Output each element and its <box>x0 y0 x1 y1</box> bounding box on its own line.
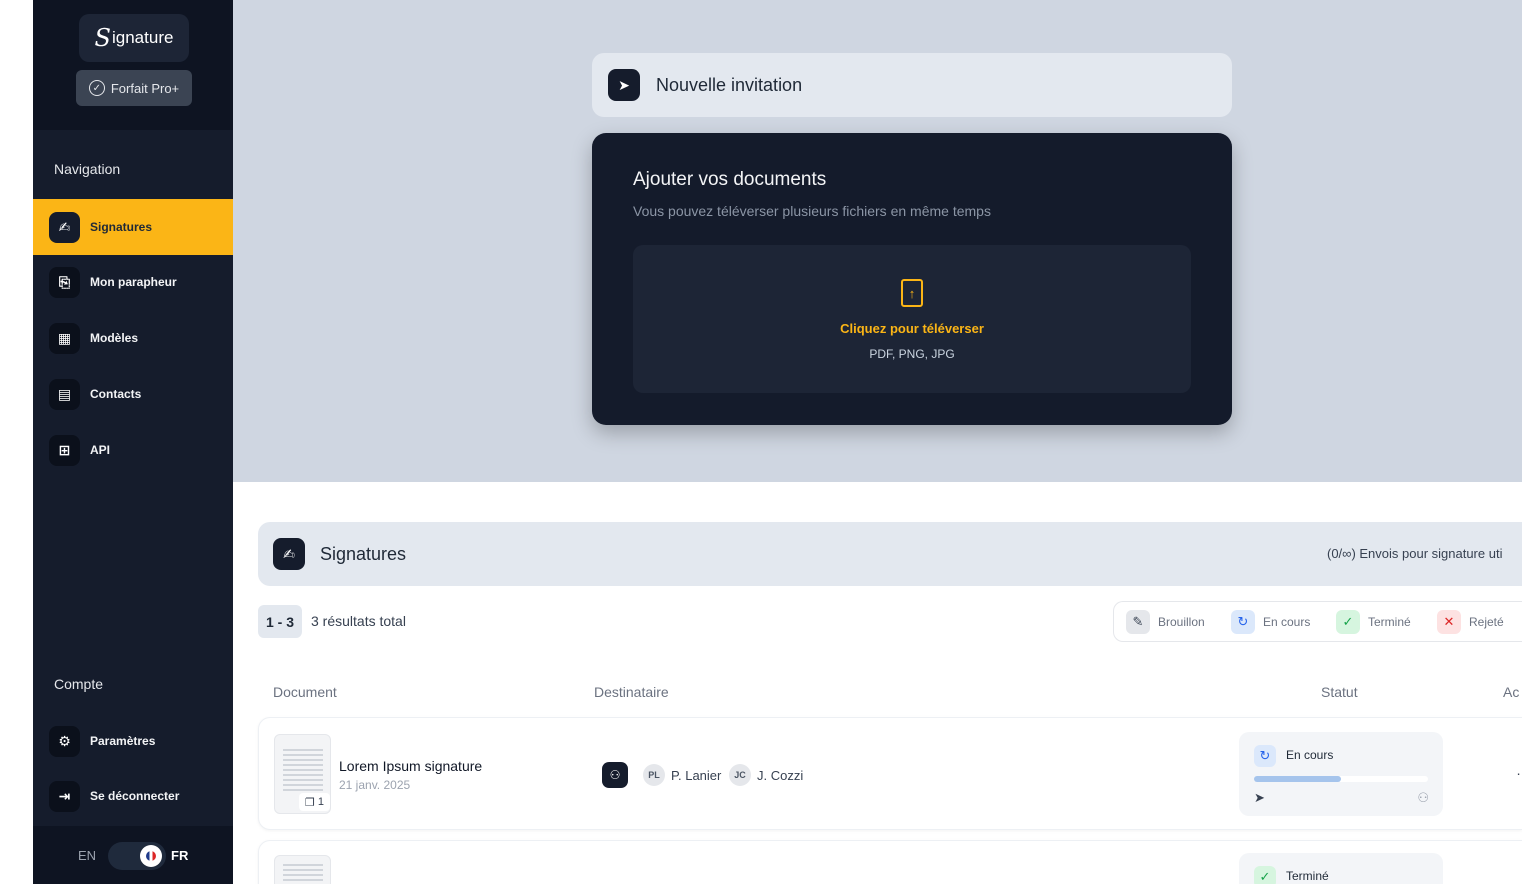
sidebar-item-contacts[interactable]: ▤ Contacts <box>33 366 233 422</box>
document-preview-lines <box>283 864 323 884</box>
check-icon: ✓ <box>1254 866 1276 884</box>
check-icon: ✓ <box>1336 610 1360 634</box>
sidebar-item-se-deconnecter[interactable]: ⇥ Se déconnecter <box>33 768 233 824</box>
avatar: PL <box>643 764 665 786</box>
language-toggle[interactable] <box>108 842 166 870</box>
france-flag-icon <box>146 851 156 861</box>
sidebar: Signature ✓ Forfait Pro+ Navigation ✍ Si… <box>33 0 233 884</box>
document-count-badge: ❐ 1 <box>299 793 330 811</box>
sidebar-item-parametres[interactable]: ⚙ Paramètres <box>33 713 233 769</box>
lang-knob <box>140 845 162 867</box>
signatures-header: ✍ Signatures (0/∞) Envois pour signature… <box>258 522 1522 586</box>
upload-dropzone[interactable]: ↑ Cliquez pour téléverser PDF, PNG, JPG <box>633 245 1191 393</box>
gear-icon: ⚙ <box>49 725 80 757</box>
status-filter-bar: ✎ Brouillon ↻ En cours ✓ Terminé ✕ Rejet… <box>1113 601 1522 642</box>
send-icon: ➤ <box>608 69 640 101</box>
filter-brouillon[interactable]: ✎ Brouillon <box>1126 610 1205 634</box>
sidebar-item-modeles[interactable]: ▦ Modèles <box>33 310 233 366</box>
document-name[interactable]: Lorem Ipsum signature <box>339 758 482 774</box>
in-progress-icon: ↻ <box>1254 745 1276 767</box>
draft-icon: ✎ <box>1126 610 1150 634</box>
parapheur-icon: ⎘ <box>49 266 80 298</box>
in-progress-icon: ↻ <box>1231 610 1255 634</box>
signature-icon: ✍ <box>273 538 305 570</box>
row-actions-menu[interactable]: … <box>1516 762 1522 778</box>
file-copy-icon: ❐ <box>305 796 315 809</box>
status-progress-fill <box>1254 776 1341 782</box>
signatures-quota: (0/∞) Envois pour signature uti <box>1327 546 1503 561</box>
status-label: Terminé <box>1286 869 1329 883</box>
status-card: ✓ Terminé <box>1239 853 1443 884</box>
filter-en-cours[interactable]: ↻ En cours <box>1231 610 1310 634</box>
templates-icon: ▦ <box>49 322 80 354</box>
document-preview-lines <box>283 749 323 793</box>
avatar: JC <box>729 764 751 786</box>
upload-file-types: PDF, PNG, JPG <box>869 347 955 361</box>
table-row[interactable]: ❐ 1 Lorem Ipsum signature 21 janv. 2025 … <box>258 717 1522 830</box>
sidebar-item-api[interactable]: ⊞ API <box>33 422 233 478</box>
upload-subtitle: Vous pouvez téléverser plusieurs fichier… <box>633 203 991 219</box>
sidebar-item-mon-parapheur[interactable]: ⎘ Mon parapheur <box>33 254 233 310</box>
contacts-icon: ▤ <box>49 378 80 410</box>
plan-label: Forfait Pro+ <box>110 80 180 96</box>
results-total: 3 résultats total <box>311 613 406 629</box>
recipient-chip[interactable]: PL P. Lanier <box>643 764 721 786</box>
navigation-section-title: Navigation <box>54 161 121 177</box>
account-section-title: Compte <box>54 676 104 692</box>
table-row[interactable]: ✓ Terminé <box>258 840 1522 884</box>
filter-termine[interactable]: ✓ Terminé <box>1336 610 1411 634</box>
lang-fr-label[interactable]: FR <box>171 848 188 863</box>
user-rejected-icon: ✕ <box>1437 610 1461 634</box>
document-thumbnail[interactable]: ❐ 1 <box>274 734 331 814</box>
check-circle-icon: ✓ <box>88 80 105 96</box>
new-invitation-title: Nouvelle invitation <box>656 74 803 95</box>
upload-card: Ajouter vos documents Vous pouvez téléve… <box>592 133 1232 425</box>
upload-cta[interactable]: Cliquez pour téléverser <box>633 321 1191 336</box>
logout-icon: ⇥ <box>49 780 80 812</box>
upload-title: Ajouter vos documents <box>633 169 827 190</box>
sidebar-item-signatures[interactable]: ✍ Signatures <box>33 199 233 255</box>
language-switcher: EN FR <box>33 826 233 884</box>
new-invitation-bar: ➤ Nouvelle invitation <box>592 53 1232 117</box>
recipient-chip[interactable]: JC J. Cozzi <box>729 764 803 786</box>
column-document[interactable]: Document <box>273 684 337 700</box>
signer-icon: ⚇ <box>602 762 628 788</box>
brand-area: Signature ✓ Forfait Pro+ <box>33 0 233 130</box>
column-statut[interactable]: Statut <box>1321 684 1358 700</box>
send-icon[interactable]: ➤ <box>1254 790 1265 806</box>
column-actions: Ac <box>1503 684 1520 700</box>
file-upload-icon: ↑ <box>901 279 923 307</box>
new-invitation-area: ➤ Nouvelle invitation Ajouter vos docume… <box>233 0 1522 482</box>
app-logo[interactable]: Signature <box>79 14 189 62</box>
document-thumbnail[interactable] <box>274 855 331 884</box>
filter-rejete[interactable]: ✕ Rejeté <box>1437 610 1504 634</box>
lang-en-label[interactable]: EN <box>78 848 96 863</box>
status-label: En cours <box>1286 748 1334 762</box>
api-icon: ⊞ <box>49 434 80 466</box>
status-progress-bar <box>1254 776 1428 782</box>
plan-badge[interactable]: ✓ Forfait Pro+ <box>76 70 192 106</box>
signer-pending-icon: ⚇ <box>1417 790 1429 805</box>
document-date: 21 janv. 2025 <box>339 778 411 792</box>
results-range: 1 - 3 <box>258 605 302 638</box>
status-card: ↻ En cours ➤ ⚇ <box>1239 732 1443 816</box>
signature-icon: ✍ <box>49 211 80 243</box>
column-destinataire[interactable]: Destinataire <box>594 684 669 700</box>
signatures-title: Signatures <box>320 544 407 564</box>
